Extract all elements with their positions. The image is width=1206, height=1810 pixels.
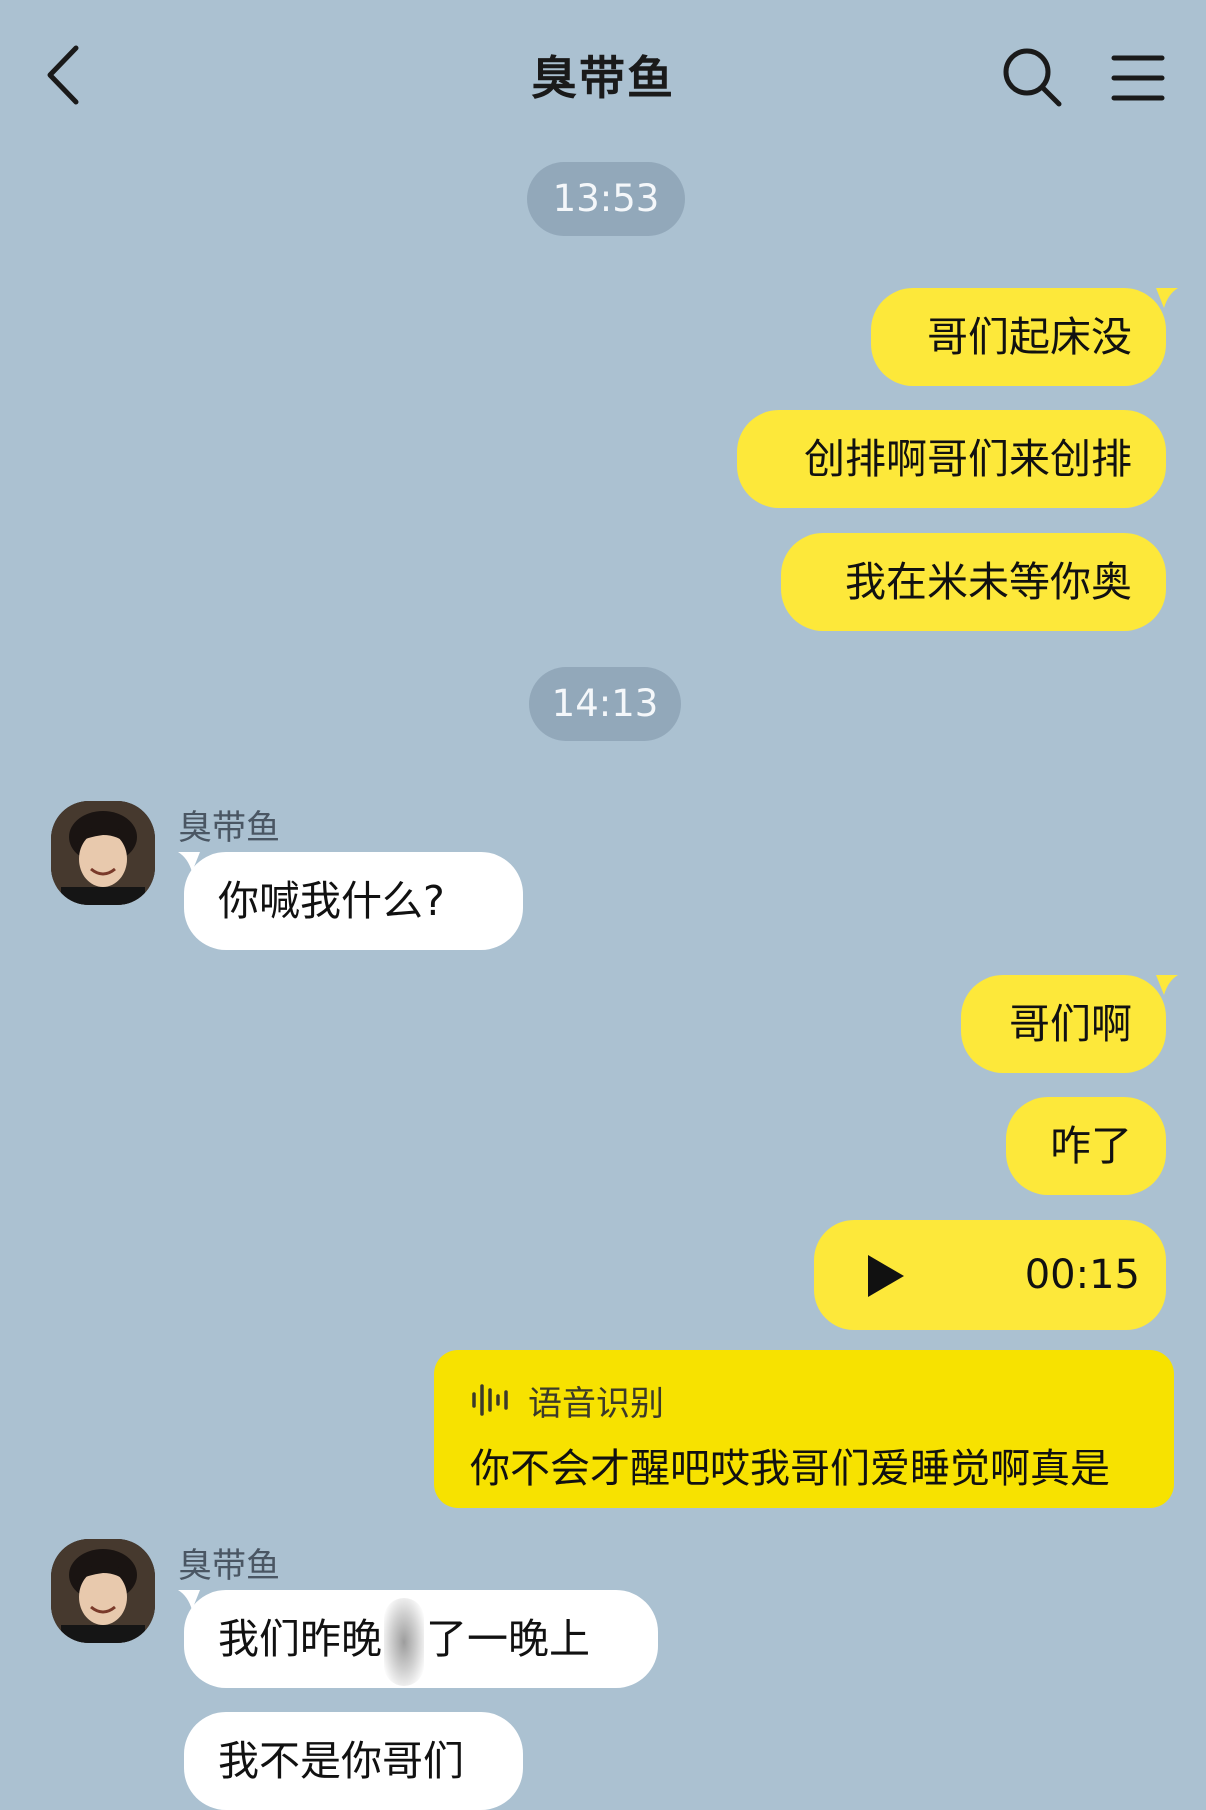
avatar-image [51,801,155,905]
menu-button[interactable] [1110,50,1166,106]
sender-name: 臭带鱼 [178,808,280,848]
sender-name: 臭带鱼 [178,1546,280,1586]
avatar[interactable] [51,801,155,905]
redacted-blur [384,1598,424,1686]
message-bubble-sent[interactable]: 哥们啊 [961,975,1166,1073]
message-bubble-received[interactable]: 你喊我什么? [184,852,523,950]
search-icon [1003,48,1062,107]
message-bubble-received[interactable]: 我不是你哥们 [184,1712,523,1810]
avatar[interactable] [51,1539,155,1643]
bubble-tail [1156,975,1178,995]
voice-message-bubble[interactable]: 00:15 [814,1220,1166,1330]
message-bubble-sent[interactable]: 咋了 [1006,1097,1166,1195]
menu-icon [1111,55,1165,101]
message-text: 我们昨晚 [218,1615,382,1663]
voice-transcript: 语音识别 你不会才醒吧哎我哥们爱睡觉啊真是 [434,1350,1174,1508]
transcript-label: 语音识别 [528,1383,664,1424]
chat-header: 臭带鱼 [0,0,1206,150]
sound-wave-icon [472,1384,508,1416]
bubble-tail [178,1590,200,1610]
message-bubble-sent[interactable]: 我在米未等你奥 [781,533,1166,631]
bubble-tail [178,852,200,872]
voice-duration: 00:15 [1024,1252,1140,1298]
timestamp: 14:13 [529,667,681,741]
transcript-header: 语音识别 [470,1378,664,1424]
transcript-text: 你不会才醒吧哎我哥们爱睡觉啊真是 [470,1446,1110,1492]
message-text: 了一晚上 [426,1615,590,1663]
search-button[interactable] [1000,45,1064,109]
avatar-image [51,1539,155,1643]
timestamp: 13:53 [527,162,685,236]
play-icon[interactable] [866,1253,906,1299]
bubble-tail [1156,288,1178,308]
message-bubble-received[interactable]: 我们昨晚 了一晚上 [184,1590,658,1688]
message-bubble-sent[interactable]: 创排啊哥们来创排 [737,410,1166,508]
message-bubble-sent[interactable]: 哥们起床没 [871,288,1166,386]
